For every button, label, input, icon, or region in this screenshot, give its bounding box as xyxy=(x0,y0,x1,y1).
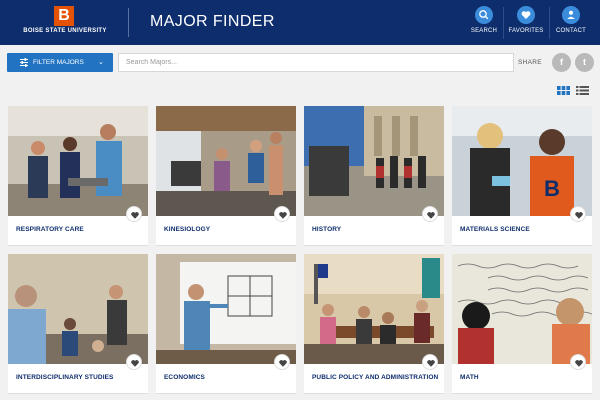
search-majors-input[interactable] xyxy=(118,53,514,72)
favorite-button[interactable] xyxy=(274,206,290,222)
twitter-icon[interactable]: t xyxy=(575,53,594,72)
favorite-button[interactable] xyxy=(274,354,290,370)
major-photo xyxy=(304,106,444,216)
major-name: INTERDISCIPLINARY STUDIES xyxy=(16,374,114,381)
favorite-button[interactable] xyxy=(570,354,586,370)
major-name: ECONOMICS xyxy=(164,374,205,381)
heart-icon xyxy=(426,359,435,367)
header-favorites-button[interactable]: FAVORITES xyxy=(506,6,546,40)
logo-letter: B xyxy=(54,6,74,26)
contact-label: CONTACT xyxy=(556,28,586,34)
major-photo xyxy=(304,254,444,364)
major-name: MATH xyxy=(460,374,479,381)
major-name: MATERIALS SCIENCE xyxy=(460,226,530,233)
search-label: SEARCH xyxy=(470,28,498,34)
filter-label: FILTER MAJORS xyxy=(33,59,84,66)
favorite-button[interactable] xyxy=(570,206,586,222)
heart-icon xyxy=(130,211,139,219)
major-name: KINESIOLOGY xyxy=(164,226,211,233)
facebook-icon[interactable]: f xyxy=(552,53,571,72)
favorite-button[interactable] xyxy=(422,206,438,222)
logo-text: BOISE STATE UNIVERSITY xyxy=(23,28,107,34)
heart-icon xyxy=(278,211,287,219)
page-title: MAJOR FINDER xyxy=(150,13,275,30)
favorite-button[interactable] xyxy=(422,354,438,370)
heart-icon xyxy=(426,211,435,219)
major-photo: B xyxy=(452,106,592,216)
heart-icon xyxy=(278,359,287,367)
person-icon xyxy=(562,6,580,24)
heart-icon xyxy=(574,359,583,367)
search-icon xyxy=(475,6,493,24)
university-logo[interactable]: B BOISE STATE UNIVERSITY xyxy=(20,6,110,38)
major-name: HISTORY xyxy=(312,226,342,233)
share-label: SHARE xyxy=(518,59,542,66)
major-photo xyxy=(452,254,592,364)
major-card[interactable]: MATH xyxy=(452,254,592,394)
sliders-icon xyxy=(20,58,28,67)
favorites-label: FAVORITES xyxy=(508,28,544,34)
major-card[interactable]: PUBLIC POLICY AND ADMINISTRATION xyxy=(304,254,444,394)
favorite-button[interactable] xyxy=(126,206,142,222)
chevron-down-icon: ⌄ xyxy=(98,59,104,66)
grid-view-icon[interactable] xyxy=(557,86,570,95)
major-card[interactable]: HISTORY xyxy=(304,106,444,246)
major-photo xyxy=(156,254,296,364)
filter-majors-button[interactable]: FILTER MAJORS ⌄ xyxy=(7,53,113,72)
site-header: B BOISE STATE UNIVERSITY MAJOR FINDER SE… xyxy=(0,0,600,45)
major-card[interactable]: KINESIOLOGY xyxy=(156,106,296,246)
header-separator xyxy=(503,7,504,39)
header-search-button[interactable]: SEARCH xyxy=(464,6,504,40)
list-view-icon[interactable] xyxy=(576,86,589,95)
major-card[interactable]: B MATERIALS SCIENCE xyxy=(452,106,592,246)
heart-icon xyxy=(574,211,583,219)
major-card[interactable]: ECONOMICS xyxy=(156,254,296,394)
header-divider xyxy=(128,8,129,37)
header-separator xyxy=(549,7,550,39)
major-name: RESPIRATORY CARE xyxy=(16,226,84,233)
major-name: PUBLIC POLICY AND ADMINISTRATION xyxy=(312,374,439,381)
heart-icon xyxy=(517,6,535,24)
major-photo xyxy=(8,254,148,364)
major-photo xyxy=(8,106,148,216)
major-photo xyxy=(156,106,296,216)
major-card[interactable]: INTERDISCIPLINARY STUDIES xyxy=(8,254,148,394)
favorite-button[interactable] xyxy=(126,354,142,370)
svg-text:B: B xyxy=(544,176,560,201)
heart-icon xyxy=(130,359,139,367)
major-card[interactable]: RESPIRATORY CARE xyxy=(8,106,148,246)
header-contact-button[interactable]: CONTACT xyxy=(551,6,591,40)
